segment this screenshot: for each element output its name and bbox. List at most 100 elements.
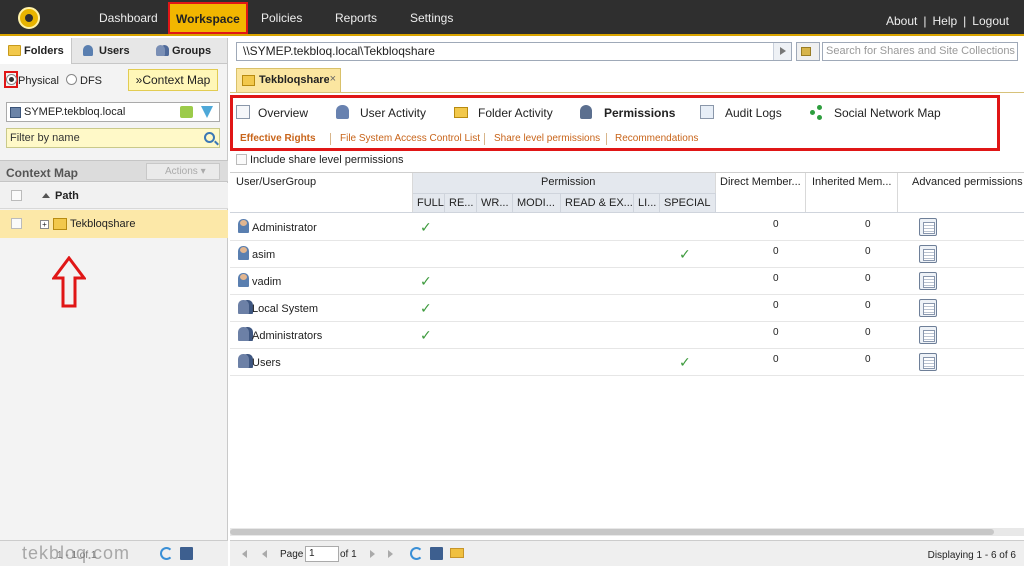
tree-item-tekbloqshare[interactable]: + Tekbloqshare: [0, 210, 228, 238]
group-icon: [238, 354, 249, 368]
direct-member-count: 0: [773, 300, 779, 311]
col-header-direct-member[interactable]: Direct Member...: [716, 173, 806, 213]
sort-asc-icon[interactable]: [42, 193, 50, 198]
tab-users[interactable]: Users: [75, 38, 147, 64]
share-scope-icon: [801, 47, 811, 56]
refresh-icon[interactable]: [160, 547, 173, 560]
table-row[interactable]: asim ✓ 0 0: [230, 241, 1024, 268]
col-header-inherited-member[interactable]: Inherited Mem...: [806, 173, 898, 213]
close-icon[interactable]: ×: [330, 73, 336, 85]
refresh-icon[interactable]: [410, 547, 423, 560]
context-map-header: Context Map Actions ▾: [0, 160, 228, 182]
subtab-recommendations[interactable]: Recommendations: [615, 133, 698, 144]
table-row[interactable]: Local System ✓ 0 0: [230, 295, 1024, 322]
inherited-member-count: 0: [865, 219, 871, 230]
path-input[interactable]: \\SYMEP.tekbloq.local\Tekbloqshare: [236, 42, 792, 61]
last-page-icon[interactable]: [388, 550, 393, 558]
context-map-button-label: Context Map: [142, 73, 211, 87]
nav-workspace[interactable]: Workspace: [168, 2, 248, 34]
left-panel: Folders Users Groups Physical DFS »Conte…: [0, 38, 228, 566]
view-tab-folder-activity[interactable]: Folder Activity: [478, 106, 553, 120]
go-arrow-icon[interactable]: [773, 43, 791, 60]
check-full: ✓: [420, 273, 432, 289]
page-number-input[interactable]: 1: [305, 546, 339, 562]
subtab-fs-acl[interactable]: File System Access Control List: [340, 133, 480, 144]
subtab-share-level[interactable]: Share level permissions: [494, 133, 600, 144]
view-tab-overview[interactable]: Overview: [258, 106, 308, 120]
nav-policies[interactable]: Policies: [261, 0, 302, 36]
physical-radio[interactable]: [6, 74, 17, 85]
nav-reports[interactable]: Reports: [335, 0, 377, 36]
user-icon: [238, 273, 249, 287]
separator: |: [963, 14, 967, 28]
social-network-icon: [810, 105, 824, 119]
prev-page-icon[interactable]: [262, 550, 267, 558]
col-header-list[interactable]: LI...: [634, 193, 660, 213]
dfs-radio[interactable]: [66, 74, 77, 85]
logout-link[interactable]: Logout: [969, 14, 1012, 28]
help-link[interactable]: Help: [929, 14, 960, 28]
tab-groups[interactable]: Groups: [148, 38, 226, 64]
table-row[interactable]: Administrator ✓ 0 0: [230, 214, 1024, 241]
col-header-read-execute[interactable]: READ & EX...: [561, 193, 634, 213]
filter-input[interactable]: Filter by name: [6, 128, 220, 148]
advanced-permissions-button[interactable]: [919, 353, 937, 371]
email-icon[interactable]: [450, 548, 464, 558]
expand-icon[interactable]: +: [40, 220, 49, 229]
include-share-level-label: Include share level permissions: [250, 154, 404, 166]
subtab-separator: [606, 133, 607, 145]
user-icon: [238, 246, 249, 260]
tab-groups-label: Groups: [172, 45, 212, 57]
table-row[interactable]: Administrators ✓ 0 0: [230, 322, 1024, 349]
search-icon[interactable]: [204, 132, 215, 143]
table-row[interactable]: vadim ✓ 0 0: [230, 268, 1024, 295]
first-page-icon[interactable]: [242, 550, 247, 558]
table-row[interactable]: Users ✓ 0 0: [230, 349, 1024, 376]
col-header-advanced[interactable]: Advanced permissions: [898, 173, 1024, 213]
col-header-modify[interactable]: MODI...: [513, 193, 561, 213]
view-tab-social-network-map[interactable]: Social Network Map: [834, 106, 941, 120]
tab-folders[interactable]: Folders: [0, 38, 72, 64]
actions-dropdown[interactable]: Actions ▾: [146, 163, 220, 180]
nav-dashboard[interactable]: Dashboard: [99, 0, 158, 36]
advanced-permissions-button[interactable]: [919, 299, 937, 317]
col-header-special[interactable]: SPECIAL: [660, 193, 716, 213]
about-link[interactable]: About: [883, 14, 920, 28]
advanced-permissions-button[interactable]: [919, 326, 937, 344]
tree-item-label: Tekbloqshare: [70, 218, 136, 230]
view-tab-permissions[interactable]: Permissions: [604, 106, 675, 120]
permissions-icon: [580, 105, 592, 119]
domain-selector[interactable]: SYMEP.tekbloq.local: [6, 102, 220, 122]
include-share-level-checkbox[interactable]: [236, 154, 247, 165]
advanced-permissions-button[interactable]: [919, 272, 937, 290]
scrollbar-thumb[interactable]: [230, 529, 994, 535]
col-header-full[interactable]: FULL: [413, 193, 445, 213]
col-header-direct-label: Direct Member...: [720, 176, 801, 188]
search-scope-dropdown[interactable]: [796, 42, 820, 61]
overview-icon: [236, 105, 250, 119]
advanced-permissions-button[interactable]: [919, 245, 937, 263]
advanced-permissions-button[interactable]: [919, 218, 937, 236]
col-header-write[interactable]: WR...: [477, 193, 513, 213]
save-icon[interactable]: [180, 547, 193, 560]
horizontal-scrollbar[interactable]: [230, 528, 1024, 536]
row-checkbox[interactable]: [11, 218, 22, 229]
page-of-label: of 1: [340, 549, 357, 560]
col-header-user[interactable]: User/UserGroup: [230, 173, 413, 213]
col-header-read[interactable]: RE...: [445, 193, 477, 213]
save-icon[interactable]: [430, 547, 443, 560]
context-map-button[interactable]: »Context Map: [128, 69, 218, 91]
subtab-separator: [330, 133, 331, 145]
tab-tekbloqshare[interactable]: Tekbloqshare ×: [236, 68, 341, 92]
share-search-input[interactable]: Search for Shares and Site Collections: [822, 42, 1018, 61]
select-all-checkbox[interactable]: [11, 190, 22, 201]
user-icon: [83, 45, 93, 56]
path-header-label[interactable]: Path: [55, 190, 79, 202]
folder-go-icon[interactable]: [180, 106, 193, 118]
view-tab-user-activity[interactable]: User Activity: [360, 106, 426, 120]
view-tab-audit-logs[interactable]: Audit Logs: [725, 106, 782, 120]
next-page-icon[interactable]: [370, 550, 375, 558]
filter-icon[interactable]: [201, 106, 213, 118]
subtab-effective-rights[interactable]: Effective Rights: [240, 133, 316, 144]
nav-settings[interactable]: Settings: [410, 0, 453, 36]
